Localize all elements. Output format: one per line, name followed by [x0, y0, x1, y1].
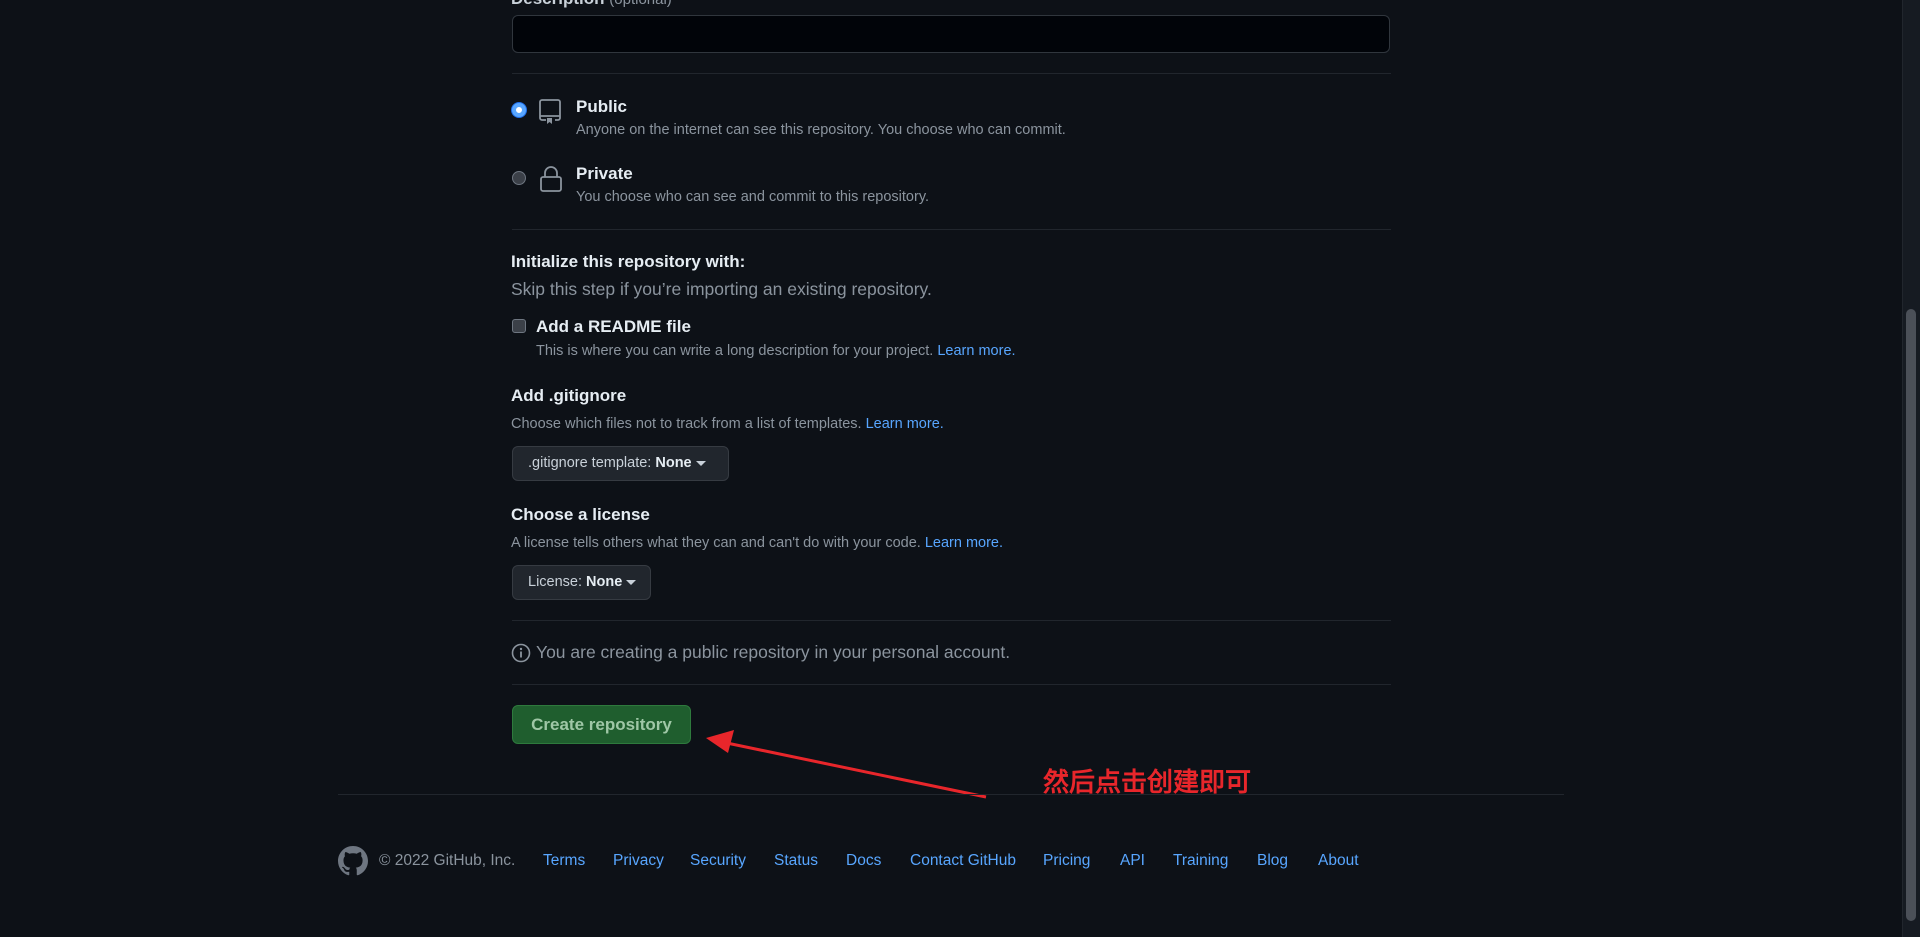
gitignore-learn-more-link[interactable]: Learn more. [866, 416, 944, 432]
footer-link-training[interactable]: Training [1173, 852, 1228, 870]
footer-copyright: © 2022 GitHub, Inc. [379, 852, 516, 869]
divider [512, 620, 1391, 621]
license-learn-more-link[interactable]: Learn more. [925, 535, 1003, 551]
initialize-title: Initialize this repository with: [511, 252, 746, 271]
footer-link-api[interactable]: API [1120, 852, 1145, 870]
license-description: A license tells others what they can and… [511, 535, 1003, 551]
caret-down-icon [695, 460, 706, 466]
license-description-text: A license tells others what they can and… [511, 535, 921, 551]
footer-link-docs[interactable]: Docs [846, 852, 881, 870]
initialize-subtitle: Skip this step if you’re importing an ex… [511, 279, 932, 299]
readme-description-text: This is where you can write a long descr… [536, 343, 934, 359]
footer-link-blog[interactable]: Blog [1257, 852, 1288, 870]
gitignore-select-value: None [655, 455, 692, 471]
license-select-value: None [586, 574, 623, 590]
description-label: Description (optional) [511, 0, 672, 9]
description-optional-text: (optional) [609, 0, 672, 8]
create-repository-button[interactable]: Create repository [512, 705, 691, 744]
divider [512, 684, 1391, 685]
footer-link-security[interactable]: Security [690, 852, 746, 870]
footer-link-contact-github[interactable]: Contact GitHub [910, 852, 1016, 870]
readme-description: This is where you can write a long descr… [536, 343, 1016, 359]
public-description: Anyone on the internet can see this repo… [576, 122, 1066, 138]
divider [512, 73, 1391, 74]
footer-link-about[interactable]: About [1318, 852, 1359, 870]
annotation-arrow [706, 730, 987, 799]
footer-divider [338, 794, 1564, 795]
license-select-prefix: License: [528, 574, 583, 590]
gitignore-description: Choose which files not to track from a l… [511, 416, 944, 432]
footer-link-terms[interactable]: Terms [543, 852, 585, 870]
description-label-text: Description [511, 0, 605, 8]
footer-link-pricing[interactable]: Pricing [1043, 852, 1090, 870]
license-title: Choose a license [511, 505, 650, 524]
github-logo-icon[interactable] [338, 846, 368, 876]
info-icon [511, 643, 531, 663]
readme-checkbox[interactable] [512, 319, 526, 333]
public-radio[interactable] [512, 103, 526, 117]
gitignore-title: Add .gitignore [511, 386, 627, 405]
description-input[interactable] [512, 15, 1390, 53]
license-select[interactable]: License: None [512, 565, 651, 600]
readme-learn-more-link[interactable]: Learn more. [937, 343, 1015, 359]
public-title: Public [576, 97, 628, 116]
scrollbar-thumb[interactable] [1906, 309, 1916, 921]
divider [512, 229, 1391, 230]
readme-label[interactable]: Add a README file [536, 317, 691, 337]
repo-icon [539, 99, 561, 124]
gitignore-template-select[interactable]: .gitignore template: None [512, 446, 729, 481]
footer-link-status[interactable]: Status [774, 852, 818, 870]
public-info-text: You are creating a public repository in … [536, 642, 1011, 662]
gitignore-description-text: Choose which files not to track from a l… [511, 416, 862, 432]
caret-down-icon [626, 579, 637, 585]
private-description: You choose who can see and commit to thi… [576, 189, 930, 205]
lock-icon [540, 166, 562, 192]
private-title: Private [576, 164, 633, 183]
private-radio[interactable] [512, 171, 526, 185]
gitignore-select-prefix: .gitignore template: [528, 455, 652, 471]
new-repository-page: Description (optional) Public Anyone on … [0, 0, 1920, 937]
footer-link-privacy[interactable]: Privacy [613, 852, 664, 870]
